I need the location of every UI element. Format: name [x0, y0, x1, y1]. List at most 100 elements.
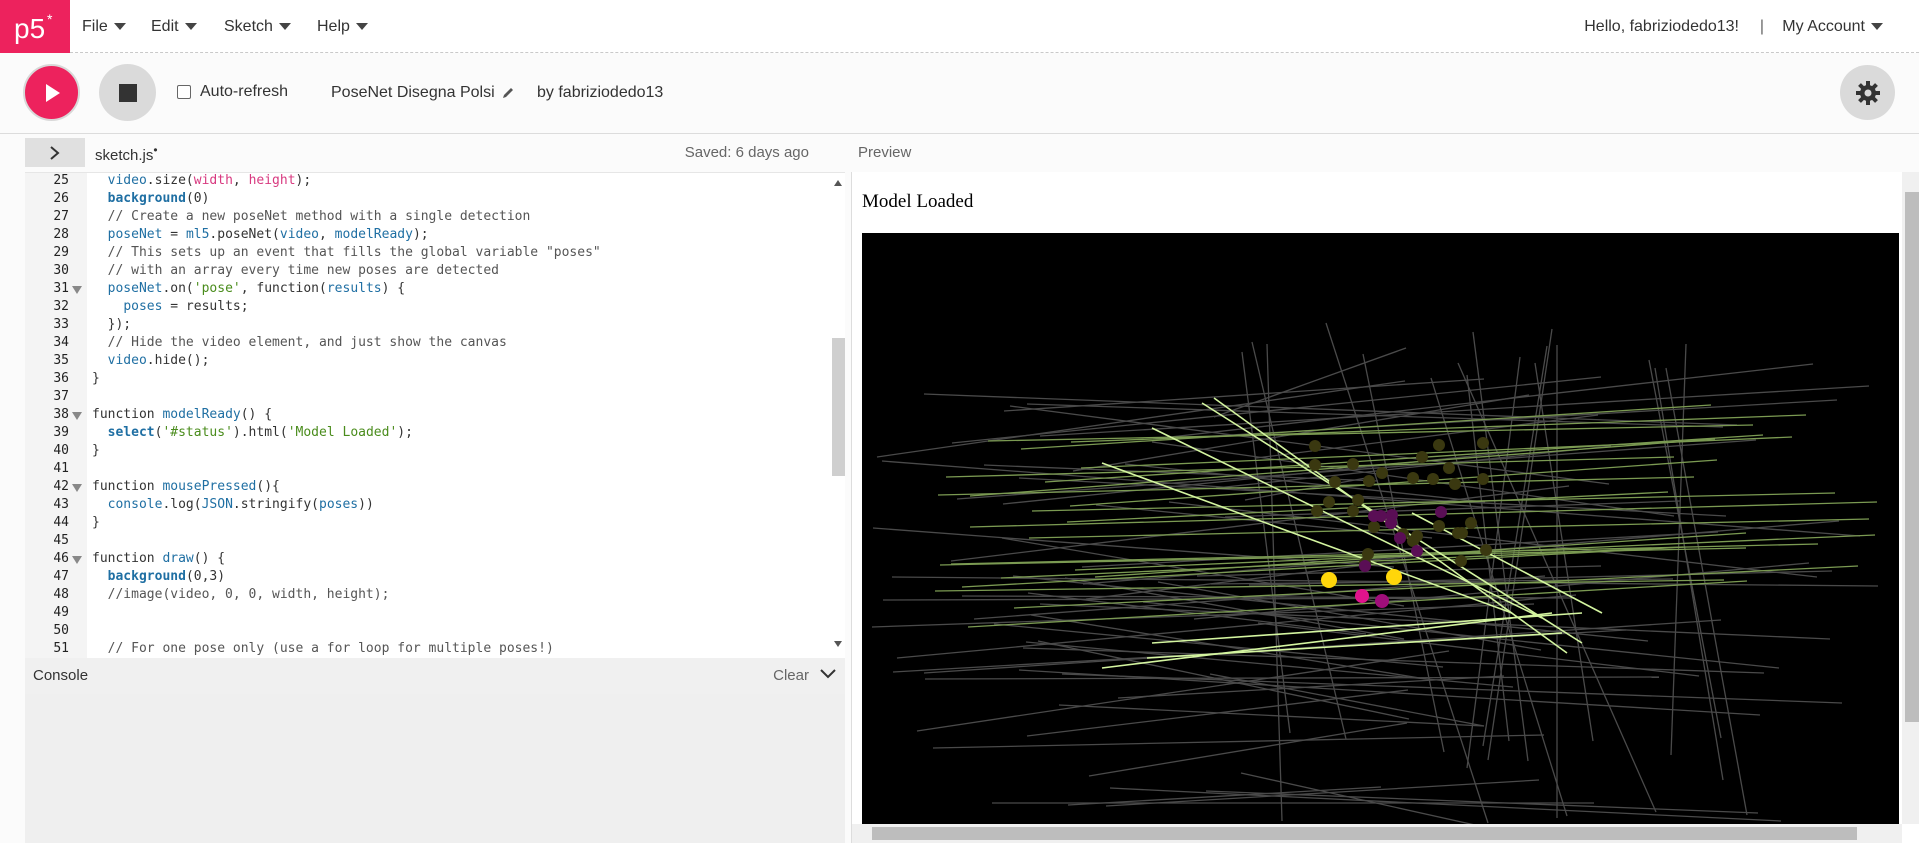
keypoint-dot [1309, 440, 1321, 452]
line-number: 34 [53, 335, 69, 350]
fold-arrow-icon[interactable] [72, 484, 82, 492]
line-number: 25 [53, 173, 69, 188]
trail-line [1088, 722, 1408, 777]
keypoint-dot [1443, 462, 1455, 474]
stop-button[interactable] [99, 64, 156, 121]
console-clear-button[interactable]: Clear [773, 667, 809, 684]
trail-line [1665, 367, 1748, 816]
line-number: 31 [53, 281, 69, 296]
svg-text:*: * [47, 11, 53, 27]
keypoint-dot [1368, 521, 1380, 533]
fold-arrow-icon[interactable] [72, 556, 82, 564]
code-line-44: } [92, 515, 100, 530]
preview-frame[interactable]: Model Loaded [851, 172, 1919, 843]
code-line-32: poses = results; [123, 299, 249, 314]
code-line-47: background(0,3) [107, 569, 226, 584]
preview-horizontal-scroll-thumb[interactable] [872, 827, 1857, 840]
code-line-26: background(0) [107, 191, 210, 206]
keypoint-dot [1385, 517, 1397, 529]
keypoint-dot [1347, 458, 1359, 470]
trail-line [1205, 790, 1759, 814]
wrist-dot [1375, 594, 1389, 608]
code-line-28: poseNet = ml5.poseNet(video, modelReady)… [107, 227, 429, 242]
keypoint-dot [1323, 496, 1335, 508]
code-editor[interactable]: 25 26 27 28 29 30 31 32 33 34 35 36 37 38 39 40 41 42 43 44… [25, 172, 845, 658]
scroll-down-arrow-icon[interactable] [834, 641, 842, 647]
line-number: 32 [53, 299, 69, 314]
keypoint-dot [1435, 506, 1447, 518]
p5-logo[interactable]: p5 * [0, 0, 70, 53]
trail-line [924, 676, 1660, 680]
code-line-39: select('#status').html('Model Loaded'); [107, 425, 413, 440]
line-number: 27 [53, 209, 69, 224]
sketch-canvas[interactable] [862, 233, 1899, 843]
line-number: 48 [53, 587, 69, 602]
code-line-46: function draw() { [92, 551, 226, 566]
fold-arrow-icon[interactable] [72, 286, 82, 294]
menu-help[interactable]: Help [317, 0, 368, 53]
my-account-label: My Account [1782, 17, 1865, 35]
console-collapse-button[interactable] [819, 667, 837, 686]
line-number: 29 [53, 245, 69, 260]
chevron-down-icon [1871, 23, 1883, 30]
sidebar-toggle-button[interactable] [25, 138, 85, 167]
preview-horizontal-scrollbar[interactable] [852, 824, 1902, 843]
line-number: 30 [53, 263, 69, 278]
code-line-27: // Create a new poseNet method with a si… [107, 209, 531, 224]
menu-file-label: File [82, 17, 108, 35]
line-number: 26 [53, 191, 69, 206]
keypoint-dot [1352, 494, 1364, 506]
line-number: 46 [53, 551, 69, 566]
keypoint-dot [1477, 437, 1489, 449]
console-title: Console [33, 667, 89, 684]
menu-edit[interactable]: Edit [151, 0, 197, 53]
project-name[interactable]: PoseNet Disegna Polsi [331, 84, 515, 102]
auto-refresh-toggle[interactable]: Auto-refresh [177, 83, 288, 101]
preview-vertical-scrollbar[interactable] [1902, 172, 1919, 824]
preview-label: Preview [858, 144, 912, 161]
wrist-line [1031, 492, 1836, 512]
keypoint-dot [1455, 555, 1467, 567]
posenet-drawing [871, 322, 1879, 843]
pencil-icon[interactable] [501, 86, 515, 100]
trail-line [1026, 689, 1409, 737]
line-number: 35 [53, 353, 69, 368]
chevron-down-icon [113, 23, 126, 30]
console-output [25, 694, 845, 843]
keypoint-dot [1427, 473, 1439, 485]
play-icon [45, 83, 60, 102]
menu-help-label: Help [317, 17, 350, 35]
wrist-dot [1355, 589, 1369, 603]
scroll-up-arrow-icon[interactable] [834, 180, 842, 186]
nav-separator: | [1759, 17, 1764, 35]
editor-scroll-thumb[interactable] [832, 338, 845, 476]
chevron-down-icon [355, 23, 368, 30]
wrist-line [1020, 404, 1712, 450]
code-line-36: } [92, 371, 100, 386]
chevron-down-icon [820, 669, 836, 679]
model-status-text: Model Loaded [862, 191, 974, 212]
keypoint-dot [1433, 439, 1445, 451]
line-number: 38 [53, 407, 69, 422]
menu-sketch[interactable]: Sketch [224, 0, 291, 53]
fold-arrow-icon[interactable] [72, 412, 82, 420]
settings-button[interactable] [1840, 65, 1895, 120]
editor-vertical-scrollbar[interactable] [829, 173, 845, 658]
menu-file[interactable]: File [82, 0, 126, 53]
keypoint-dot [1477, 473, 1489, 485]
code-line-40: } [92, 443, 100, 458]
unsaved-indicator: • [153, 143, 158, 157]
chevron-right-icon [50, 145, 60, 160]
play-button[interactable] [23, 64, 80, 121]
wrist-dot [1386, 569, 1402, 585]
my-account-menu[interactable]: My Account [1782, 0, 1883, 53]
menu-sketch-label: Sketch [224, 17, 273, 35]
code-line-38: function modelReady() { [92, 407, 273, 422]
gear-icon [1855, 80, 1880, 105]
line-number: 47 [53, 569, 69, 584]
preview-vertical-scroll-thumb[interactable] [1905, 192, 1919, 722]
auto-refresh-checkbox[interactable] [177, 85, 191, 99]
file-tab-sketch-js[interactable]: sketch.js• [95, 143, 158, 164]
line-number: 44 [53, 515, 69, 530]
keypoint-dot [1362, 548, 1374, 560]
